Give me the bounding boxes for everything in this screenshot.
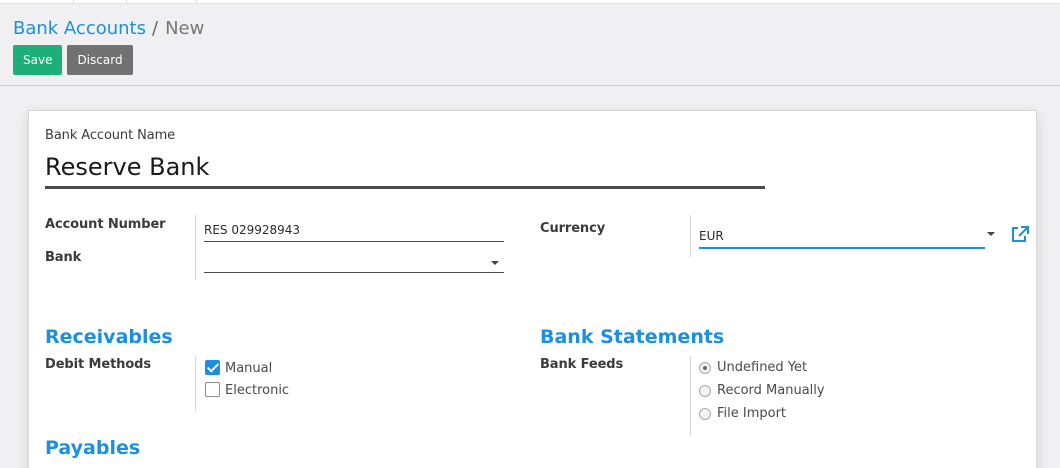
discard-button[interactable]: Discard — [67, 45, 133, 75]
account-number-label: Account Number — [45, 217, 166, 232]
bank-account-name-label: Bank Account Name — [45, 128, 176, 143]
save-button[interactable]: Save — [13, 45, 62, 75]
control-panel: Bank Accounts / New Save Discard — [0, 5, 1060, 86]
breadcrumb-separator: / — [152, 18, 159, 39]
field-divider — [195, 356, 196, 411]
undefined-yet-label[interactable]: Undefined Yet — [717, 360, 807, 375]
bank-feeds-label: Bank Feeds — [540, 357, 624, 372]
record-manually-radio[interactable] — [699, 385, 711, 397]
breadcrumb-current: New — [165, 18, 205, 39]
bank-account-name-input[interactable]: Reserve Bank — [45, 151, 765, 189]
currency-caret-down-icon[interactable] — [987, 232, 995, 236]
breadcrumb-bank-accounts-link[interactable]: Bank Accounts — [13, 18, 146, 39]
account-number-input[interactable]: RES 029928943 — [204, 221, 504, 242]
file-import-radio[interactable] — [699, 408, 711, 420]
bank-statements-section-title: Bank Statements — [540, 326, 725, 348]
form-sheet: Bank Account Name Reserve Bank Account N… — [28, 110, 1037, 468]
payables-section-title: Payables — [45, 437, 141, 459]
record-manually-label[interactable]: Record Manually — [717, 383, 825, 398]
bank-label: Bank — [45, 250, 82, 265]
currency-select[interactable]: EUR — [699, 227, 985, 249]
menu-separator — [196, 0, 197, 4]
manual-checkbox[interactable] — [205, 360, 220, 375]
currency-select-value: EUR — [699, 229, 724, 243]
undefined-yet-radio[interactable] — [699, 362, 711, 374]
field-divider — [195, 215, 196, 280]
field-divider — [690, 356, 691, 436]
field-divider — [690, 215, 691, 257]
top-menu-strip — [0, 0, 1060, 4]
debit-methods-label: Debit Methods — [45, 357, 152, 372]
manual-checkbox-label[interactable]: Manual — [225, 361, 272, 376]
electronic-checkbox-label[interactable]: Electronic — [225, 383, 289, 398]
bank-caret-down-icon[interactable] — [491, 261, 499, 265]
receivables-section-title: Receivables — [45, 326, 173, 348]
breadcrumb: Bank Accounts / New — [13, 18, 204, 40]
menu-separator — [126, 0, 127, 4]
menu-separator — [73, 0, 74, 4]
file-import-label[interactable]: File Import — [717, 406, 786, 421]
electronic-checkbox[interactable] — [205, 382, 220, 397]
currency-label: Currency — [540, 221, 606, 236]
bank-select[interactable] — [204, 252, 504, 273]
external-link-icon[interactable] — [1010, 225, 1030, 243]
